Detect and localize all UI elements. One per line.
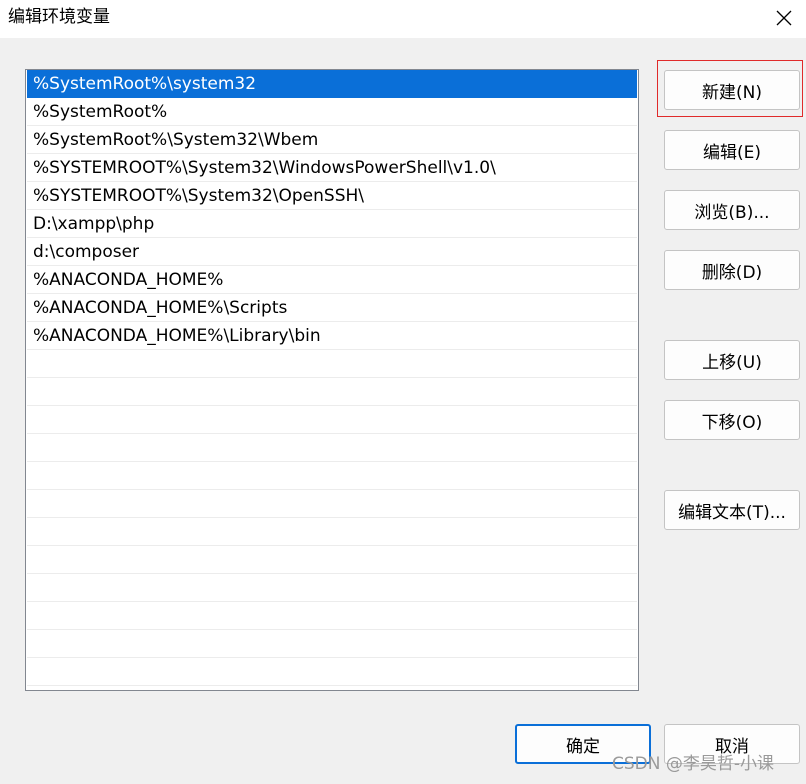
- path-listbox[interactable]: %SystemRoot%\system32 %SystemRoot% %System…: [25, 69, 639, 691]
- path-list-item[interactable]: %SystemRoot%\System32\Wbem: [27, 126, 637, 154]
- browse-button[interactable]: 浏览(B)...: [664, 190, 800, 230]
- edit-text-button[interactable]: 编辑文本(T)...: [664, 490, 800, 530]
- empty-list-row[interactable]: [27, 378, 637, 406]
- empty-list-row[interactable]: [27, 434, 637, 462]
- path-list-item[interactable]: %SystemRoot%: [27, 98, 637, 126]
- watermark: CSDN @李昊哲-小课: [612, 754, 775, 774]
- edit-button[interactable]: 编辑(E): [664, 130, 800, 170]
- path-list: %SystemRoot%\system32 %SystemRoot% %System…: [27, 70, 637, 686]
- empty-list-row[interactable]: [27, 630, 637, 658]
- empty-list-row[interactable]: [27, 462, 637, 490]
- path-list-item[interactable]: d:\composer: [27, 238, 637, 266]
- path-list-item[interactable]: %SystemRoot%\system32: [27, 70, 637, 98]
- path-list-item[interactable]: %SYSTEMROOT%\System32\OpenSSH\: [27, 182, 637, 210]
- empty-list-row[interactable]: [27, 490, 637, 518]
- empty-list-row[interactable]: [27, 406, 637, 434]
- title-bar: 编辑环境变量: [0, 0, 806, 38]
- empty-list-row[interactable]: [27, 350, 637, 378]
- move-up-button[interactable]: 上移(U): [664, 340, 800, 380]
- move-down-button[interactable]: 下移(O): [664, 400, 800, 440]
- path-list-item[interactable]: %SYSTEMROOT%\System32\WindowsPowerShell\…: [27, 154, 637, 182]
- empty-list-row[interactable]: [27, 546, 637, 574]
- path-list-item[interactable]: D:\xampp\php: [27, 210, 637, 238]
- empty-list-row[interactable]: [27, 658, 637, 686]
- window-title: 编辑环境变量: [8, 7, 110, 27]
- empty-list-row[interactable]: [27, 602, 637, 630]
- path-list-item[interactable]: %ANACONDA_HOME%\Library\bin: [27, 322, 637, 350]
- close-icon[interactable]: [770, 4, 798, 32]
- delete-button[interactable]: 删除(D): [664, 250, 800, 290]
- path-list-item[interactable]: %ANACONDA_HOME%\Scripts: [27, 294, 637, 322]
- new-button[interactable]: 新建(N): [664, 70, 800, 110]
- empty-list-row[interactable]: [27, 574, 637, 602]
- empty-list-row[interactable]: [27, 518, 637, 546]
- path-list-item[interactable]: %ANACONDA_HOME%: [27, 266, 637, 294]
